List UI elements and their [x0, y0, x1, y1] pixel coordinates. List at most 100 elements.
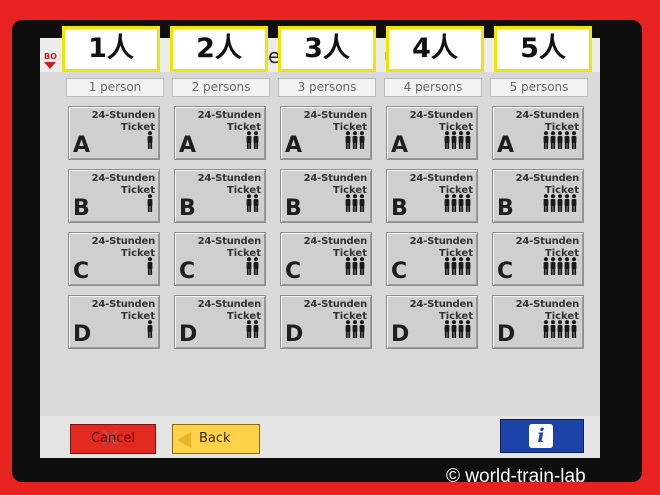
person-icon	[550, 131, 556, 153]
ticket-button-b-2[interactable]: 24-Stunden Ticket B	[174, 169, 266, 223]
person-icon	[345, 257, 351, 279]
person-icon	[246, 131, 252, 153]
ticket-people-group	[246, 320, 259, 342]
ticket-button-a-4[interactable]: 24-Stunden Ticket A	[386, 106, 478, 160]
ticket-zone-letter: C	[285, 259, 302, 284]
ticket-zone-letter: B	[285, 196, 302, 221]
person-icon	[444, 320, 450, 342]
person-icon	[147, 257, 153, 279]
ticket-button-d-3[interactable]: 24-Stunden Ticket D	[280, 295, 372, 349]
ticket-people-group	[345, 257, 365, 279]
person-icon	[359, 257, 365, 279]
badge-4-persons: 4人	[386, 26, 484, 72]
badge-1-person: 1人	[62, 26, 160, 72]
ticket-title: 24-Stunden	[303, 173, 368, 184]
ticket-button-b-3[interactable]: 24-Stunden Ticket B	[280, 169, 372, 223]
ticket-button-b-4[interactable]: 24-Stunden Ticket B	[386, 169, 478, 223]
ticket-zone-letter: C	[179, 259, 196, 284]
person-icon	[352, 320, 358, 342]
ticket-button-c-2[interactable]: 24-Stunden Ticket C	[174, 232, 266, 286]
ticket-button-d-5[interactable]: 24-Stunden Ticket D	[492, 295, 584, 349]
ticket-button-c-5[interactable]: 24-Stunden Ticket C	[492, 232, 584, 286]
ticket-zone-letter: C	[391, 259, 408, 284]
person-icon	[246, 257, 252, 279]
ticket-button-b-5[interactable]: 24-Stunden Ticket B	[492, 169, 584, 223]
person-icon	[451, 320, 457, 342]
ticket-people-group	[147, 257, 153, 279]
person-icon	[564, 320, 570, 342]
ticket-title: 24-Stunden	[515, 236, 580, 247]
person-icon	[458, 194, 464, 216]
cancel-button[interactable]: ✕ Cancel	[70, 424, 156, 454]
ticket-button-d-4[interactable]: 24-Stunden Ticket D	[386, 295, 478, 349]
ticket-title: 24-Stunden	[303, 299, 368, 310]
ticket-title: 24-Stunden	[409, 299, 474, 310]
person-icon	[359, 131, 365, 153]
person-icon	[564, 131, 570, 153]
ticket-zone-letter: A	[179, 133, 197, 158]
person-icon	[465, 320, 471, 342]
person-icon	[571, 194, 577, 216]
ticket-zone-letter: B	[73, 196, 90, 221]
ticket-zone-letter: A	[285, 133, 303, 158]
ticket-title: 24-Stunden	[515, 110, 580, 121]
ticket-people-group	[444, 131, 471, 153]
ticket-people-group	[345, 131, 365, 153]
logo-arrow-icon	[44, 62, 56, 69]
person-label-1: 1 person	[66, 78, 164, 97]
person-icon	[451, 257, 457, 279]
ticket-button-d-1[interactable]: 24-Stunden Ticket D	[68, 295, 160, 349]
ticket-button-c-3[interactable]: 24-Stunden Ticket C	[280, 232, 372, 286]
person-icon	[557, 194, 563, 216]
ticket-title: 24-Stunden	[409, 173, 474, 184]
ticket-title: 24-Stunden	[91, 110, 156, 121]
ticket-zone-letter: B	[391, 196, 408, 221]
ticket-zone-letter: B	[497, 196, 514, 221]
ticket-title: 24-Stunden	[197, 173, 262, 184]
ticket-people-group	[147, 131, 153, 153]
ticket-button-a-2[interactable]: 24-Stunden Ticket A	[174, 106, 266, 160]
person-icon	[352, 194, 358, 216]
person-icon	[571, 257, 577, 279]
person-icon	[345, 131, 351, 153]
back-label: Back	[199, 431, 231, 446]
person-icon	[550, 257, 556, 279]
back-button[interactable]: Back	[172, 424, 260, 454]
ticket-title: 24-Stunden	[91, 236, 156, 247]
watermark: © world-train-lab	[446, 466, 586, 487]
ticket-button-d-2[interactable]: 24-Stunden Ticket D	[174, 295, 266, 349]
ticket-button-a-1[interactable]: 24-Stunden Ticket A	[68, 106, 160, 160]
ticket-title: 24-Stunden	[197, 110, 262, 121]
ticket-title: 24-Stunden	[91, 173, 156, 184]
ticket-button-a-3[interactable]: 24-Stunden Ticket A	[280, 106, 372, 160]
person-icon	[444, 194, 450, 216]
person-icon	[564, 257, 570, 279]
ticket-zone-letter: D	[391, 322, 410, 347]
ticket-people-group	[345, 320, 365, 342]
ticket-zone-letter: A	[391, 133, 409, 158]
ticket-zone-letter: A	[73, 133, 91, 158]
ticket-title: 24-Stunden	[515, 299, 580, 310]
badge-2-persons: 2人	[170, 26, 268, 72]
ticket-button-c-4[interactable]: 24-Stunden Ticket C	[386, 232, 478, 286]
info-button[interactable]: i	[500, 419, 584, 453]
person-icon	[571, 131, 577, 153]
ticket-title: 24-Stunden	[515, 173, 580, 184]
ticket-zone-letter: D	[497, 322, 516, 347]
ticket-button-a-5[interactable]: 24-Stunden Ticket A	[492, 106, 584, 160]
person-icon	[543, 320, 549, 342]
ticket-button-b-1[interactable]: 24-Stunden Ticket B	[68, 169, 160, 223]
ticket-zone-letter: D	[179, 322, 198, 347]
ticket-zone-letter: A	[497, 133, 515, 158]
ticket-zone-letter: C	[73, 259, 90, 284]
badge-3-persons: 3人	[278, 26, 376, 72]
ticket-people-group	[543, 131, 577, 153]
info-icon: i	[529, 424, 553, 448]
ticket-people-group	[543, 194, 577, 216]
ticket-title: 24-Stunden	[197, 236, 262, 247]
person-icon	[147, 194, 153, 216]
ticket-people-group	[543, 257, 577, 279]
person-icon	[465, 257, 471, 279]
ticket-title: 24-Stunden	[91, 299, 156, 310]
ticket-button-c-1[interactable]: 24-Stunden Ticket C	[68, 232, 160, 286]
